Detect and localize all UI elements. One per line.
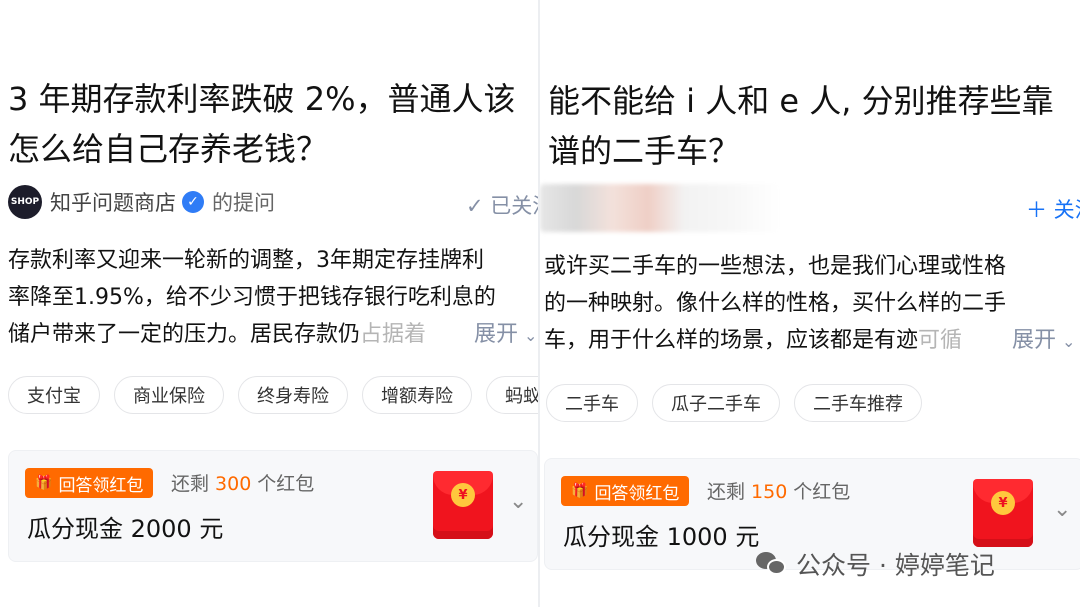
question-title-line-1: 3 年期存款利率跌破 2%，普通人该 <box>8 80 516 118</box>
excerpt-line-3-text: 车，用于什么样的场景，应该都是有迹 <box>544 328 919 353</box>
wechat-icon <box>756 550 788 578</box>
red-envelope-icon: ¥ <box>433 471 493 539</box>
excerpt-line-3: 储户带来了一定的压力。居民存款仍占据着 <box>8 316 540 353</box>
question-title-line-2: 谱的二手车？ <box>548 132 741 170</box>
expand-label: 展开 <box>474 322 519 347</box>
red-envelope-icon: ¥ <box>973 479 1033 547</box>
excerpt-line-3: 车，用于什么样的场景，应该都是有迹可循 <box>544 322 1080 359</box>
chevron-down-icon[interactable]: ⌄ <box>509 489 527 514</box>
avatar[interactable]: SHOP <box>8 185 42 219</box>
question-title[interactable]: 能不能给 i 人和 e 人, 分别推荐些靠 谱的二手车？ <box>548 76 1054 176</box>
excerpt-line-1: 存款利率又迎来一轮新的调整，3年期定存挂牌利 <box>8 248 484 273</box>
author-row: SHOP 知乎问题商店 ✓ 的提问 <box>8 182 275 222</box>
author-row <box>540 184 780 232</box>
topic-tag[interactable]: 终身寿险 <box>238 376 348 414</box>
blurred-author-info <box>540 184 780 232</box>
reward-card[interactable]: 🎁 回答领红包 还剩 300 个红包 瓜分现金 2000 元 ¥ ⌄ <box>8 450 538 562</box>
topic-tag[interactable]: 增额寿险 <box>362 376 472 414</box>
badge-label: 回答领红包 <box>58 475 144 496</box>
topic-tag[interactable]: 瓜子二手车 <box>652 384 780 422</box>
remaining-red-packets: 还剩 150 个红包 <box>707 477 850 504</box>
watermark-text: 公众号 · 婷婷笔记 <box>796 551 995 580</box>
question-title-line-2: 怎么给自己存养老钱？ <box>8 130 329 168</box>
author-name[interactable]: 知乎问题商店 <box>50 187 176 217</box>
badge-label: 回答领红包 <box>594 483 680 504</box>
excerpt-line-3-text: 储户带来了一定的压力。居民存款仍 <box>8 322 361 347</box>
answer-reward-badge: 🎁 回答领红包 <box>561 476 690 506</box>
remain-count: 300 <box>215 473 252 495</box>
topic-tag[interactable]: 商业保险 <box>114 376 224 414</box>
question-card-right[interactable]: 能不能给 i 人和 e 人, 分别推荐些靠 谱的二手车？ ＋ 关注 或许买二手车… <box>540 0 1080 607</box>
verified-badge-icon: ✓ <box>182 191 204 213</box>
topic-tags: 二手车 瓜子二手车 二手车推荐 <box>546 384 922 422</box>
coin-icon: ¥ <box>991 491 1015 515</box>
topic-tag[interactable]: 二手车 <box>546 384 638 422</box>
question-title[interactable]: 3 年期存款利率跌破 2%，普通人该 怎么给自己存养老钱？ <box>8 74 515 174</box>
follow-button[interactable]: ＋ 关注 <box>1026 194 1080 224</box>
expand-button[interactable]: 展开 ⌄ <box>1008 322 1076 354</box>
remain-suffix: 个红包 <box>793 481 851 503</box>
answer-reward-badge: 🎁 回答领红包 <box>25 468 154 498</box>
topic-tag[interactable]: 支付宝 <box>8 376 100 414</box>
chevron-down-icon: ⌄ <box>524 326 538 345</box>
chevron-down-icon: ⌄ <box>1062 332 1076 351</box>
gift-icon: 🎁 <box>35 475 53 491</box>
cash-prize: 瓜分现金 1000 元 <box>563 523 760 551</box>
topic-tags: 支付宝 商业保险 终身寿险 增额寿险 蚂蚁 <box>8 376 540 414</box>
wechat-bubble-2 <box>767 559 786 575</box>
question-title-line-1: 能不能给 i 人和 e 人, 分别推荐些靠 <box>548 82 1054 120</box>
question-excerpt[interactable]: 存款利率又迎来一轮新的调整，3年期定存挂牌利 率降至1.95%，给不少习惯于把钱… <box>8 242 540 353</box>
excerpt-fade-text: 占据着 <box>360 322 427 347</box>
asked-label: 的提问 <box>212 191 275 215</box>
gift-icon: 🎁 <box>571 483 589 499</box>
expand-button[interactable]: 展开 ⌄ <box>470 316 538 348</box>
excerpt-line-2: 的一种映射。像什么样的性格，买什么样的二手 <box>544 291 1007 316</box>
chevron-down-icon[interactable]: ⌄ <box>1053 497 1071 522</box>
excerpt-line-2: 率降至1.95%，给不少习惯于把钱存银行吃利息的 <box>8 285 496 310</box>
following-button[interactable]: ✓ 已关注 <box>466 190 540 220</box>
cash-prize: 瓜分现金 2000 元 <box>27 515 224 543</box>
remain-count: 150 <box>751 481 788 503</box>
question-excerpt[interactable]: 或许买二手车的一些想法，也是我们心理或性格 的一种映射。像什么样的性格，买什么样… <box>544 248 1080 359</box>
remain-prefix: 还剩 <box>171 473 210 495</box>
wechat-watermark: 公众号 · 婷婷笔记 <box>756 546 995 582</box>
expand-label: 展开 <box>1012 328 1057 353</box>
excerpt-fade-text: 可循 <box>918 328 963 353</box>
question-card-left[interactable]: 3 年期存款利率跌破 2%，普通人该 怎么给自己存养老钱？ SHOP 知乎问题商… <box>0 0 540 607</box>
remain-prefix: 还剩 <box>707 481 746 503</box>
coin-icon: ¥ <box>451 483 475 507</box>
topic-tag[interactable]: 二手车推荐 <box>794 384 922 422</box>
topic-tag[interactable]: 蚂蚁 <box>486 376 540 414</box>
excerpt-line-1: 或许买二手车的一些想法，也是我们心理或性格 <box>544 254 1007 279</box>
remain-suffix: 个红包 <box>257 473 315 495</box>
remaining-red-packets: 还剩 300 个红包 <box>171 469 314 496</box>
